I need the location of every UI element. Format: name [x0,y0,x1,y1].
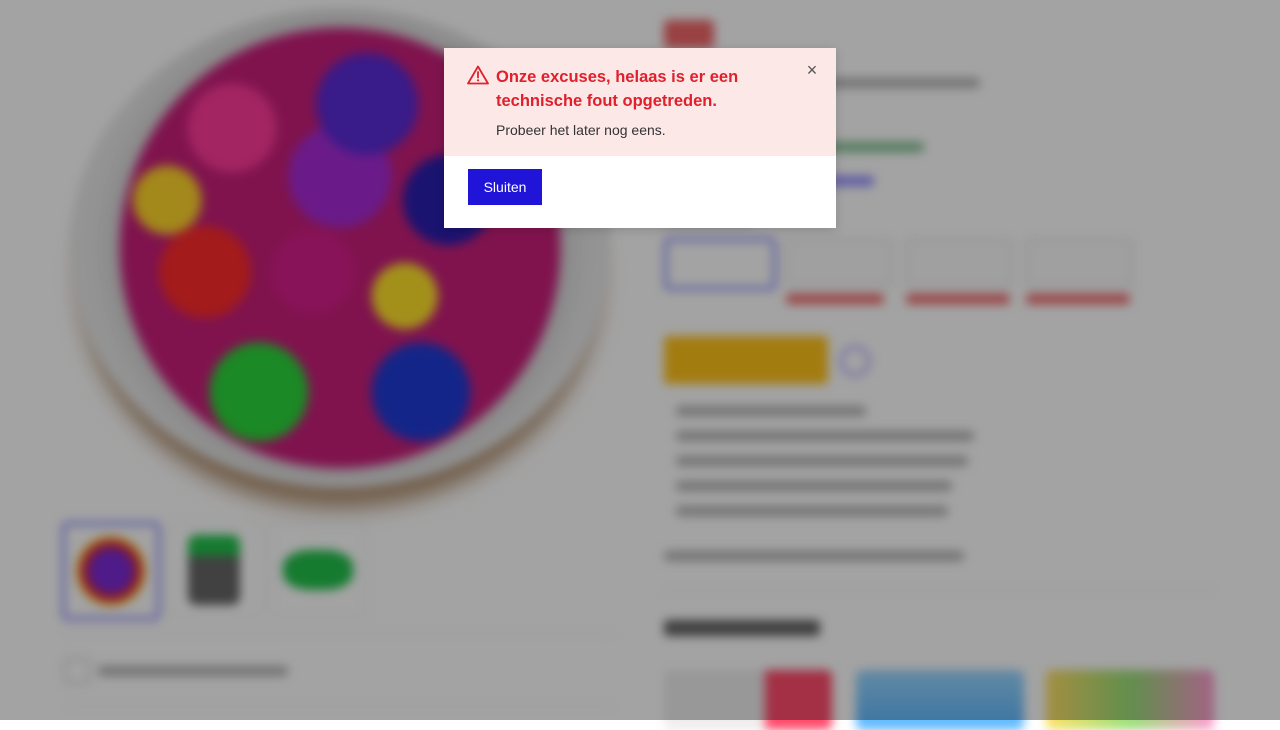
warning-triangle-icon [467,65,489,85]
error-dialog: Onze excuses, helaas is er een technisch… [444,48,836,228]
error-title: Onze excuses, helaas is er een technisch… [496,68,739,110]
error-message: Probeer het later nog eens. [496,122,666,138]
error-alert: Onze excuses, helaas is er een technisch… [444,48,836,156]
close-icon[interactable]: × [804,60,820,80]
close-button[interactable]: Sluiten [468,169,542,205]
